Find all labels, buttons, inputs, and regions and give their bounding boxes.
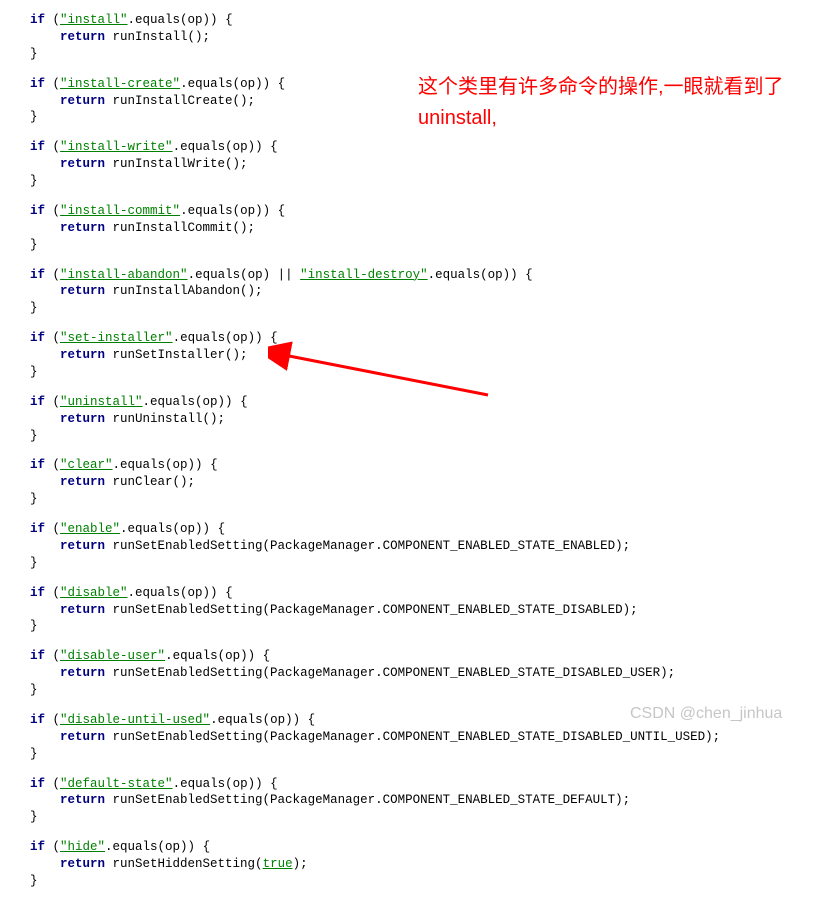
return-line: return runInstallAbandon();	[30, 283, 840, 300]
if-line: if ("disable-user".equals(op)) {	[30, 648, 840, 665]
return-line: return runSetEnabledSetting(PackageManag…	[30, 729, 840, 746]
return-line: return runInstallWrite();	[30, 156, 840, 173]
return-line: return runInstallCommit();	[30, 220, 840, 237]
close-brace: }	[30, 555, 840, 572]
code-block-9: if ("disable".equals(op)) { return runSe…	[30, 585, 840, 636]
if-line: if ("uninstall".equals(op)) {	[30, 394, 840, 411]
code-block-10: if ("disable-user".equals(op)) { return …	[30, 648, 840, 699]
if-line: if ("default-state".equals(op)) {	[30, 776, 840, 793]
if-line: if ("install-commit".equals(op)) {	[30, 203, 840, 220]
watermark: CSDN @chen_jinhua	[630, 703, 782, 725]
return-line: return runInstall();	[30, 29, 840, 46]
code-block-5: if ("set-installer".equals(op)) { return…	[30, 330, 840, 381]
code-block-4: if ("install-abandon".equals(op) || "ins…	[30, 267, 840, 318]
if-line: if ("clear".equals(op)) {	[30, 457, 840, 474]
return-line: return runSetInstaller();	[30, 347, 840, 364]
close-brace: }	[30, 873, 840, 890]
if-line: if ("install-write".equals(op)) {	[30, 139, 840, 156]
return-line: return runSetEnabledSetting(PackageManag…	[30, 665, 840, 682]
close-brace: }	[30, 428, 840, 445]
code-block-3: if ("install-commit".equals(op)) { retur…	[30, 203, 840, 254]
if-line: if ("set-installer".equals(op)) {	[30, 330, 840, 347]
code-block-13: if ("hide".equals(op)) { return runSetHi…	[30, 839, 840, 890]
annotation-line-1: 这个类里有许多命令的操作,一眼就看到了	[418, 76, 784, 98]
return-line: return runSetEnabledSetting(PackageManag…	[30, 792, 840, 809]
return-line: return runClear();	[30, 474, 840, 491]
code-block-0: if ("install".equals(op)) { return runIn…	[30, 12, 840, 63]
close-brace: }	[30, 809, 840, 826]
annotation-text: 这个类里有许多命令的操作,一眼就看到了 uninstall,	[418, 72, 784, 134]
return-line: return runSetEnabledSetting(PackageManag…	[30, 538, 840, 555]
close-brace: }	[30, 237, 840, 254]
if-line: if ("install".equals(op)) {	[30, 12, 840, 29]
code-container: if ("install".equals(op)) { return runIn…	[30, 12, 840, 890]
code-block-7: if ("clear".equals(op)) { return runClea…	[30, 457, 840, 508]
if-line: if ("hide".equals(op)) {	[30, 839, 840, 856]
close-brace: }	[30, 746, 840, 763]
close-brace: }	[30, 300, 840, 317]
code-block-8: if ("enable".equals(op)) { return runSet…	[30, 521, 840, 572]
if-line: if ("enable".equals(op)) {	[30, 521, 840, 538]
return-line: return runSetEnabledSetting(PackageManag…	[30, 602, 840, 619]
close-brace: }	[30, 491, 840, 508]
code-block-2: if ("install-write".equals(op)) { return…	[30, 139, 840, 190]
if-line: if ("disable".equals(op)) {	[30, 585, 840, 602]
close-brace: }	[30, 364, 840, 381]
if-line: if ("install-abandon".equals(op) || "ins…	[30, 267, 840, 284]
return-line: return runUninstall();	[30, 411, 840, 428]
code-block-12: if ("default-state".equals(op)) { return…	[30, 776, 840, 827]
close-brace: }	[30, 46, 840, 63]
close-brace: }	[30, 173, 840, 190]
annotation-line-2: uninstall,	[418, 107, 497, 129]
close-brace: }	[30, 682, 840, 699]
return-line: return runSetHiddenSetting(true);	[30, 856, 840, 873]
code-block-6: if ("uninstall".equals(op)) { return run…	[30, 394, 840, 445]
close-brace: }	[30, 618, 840, 635]
